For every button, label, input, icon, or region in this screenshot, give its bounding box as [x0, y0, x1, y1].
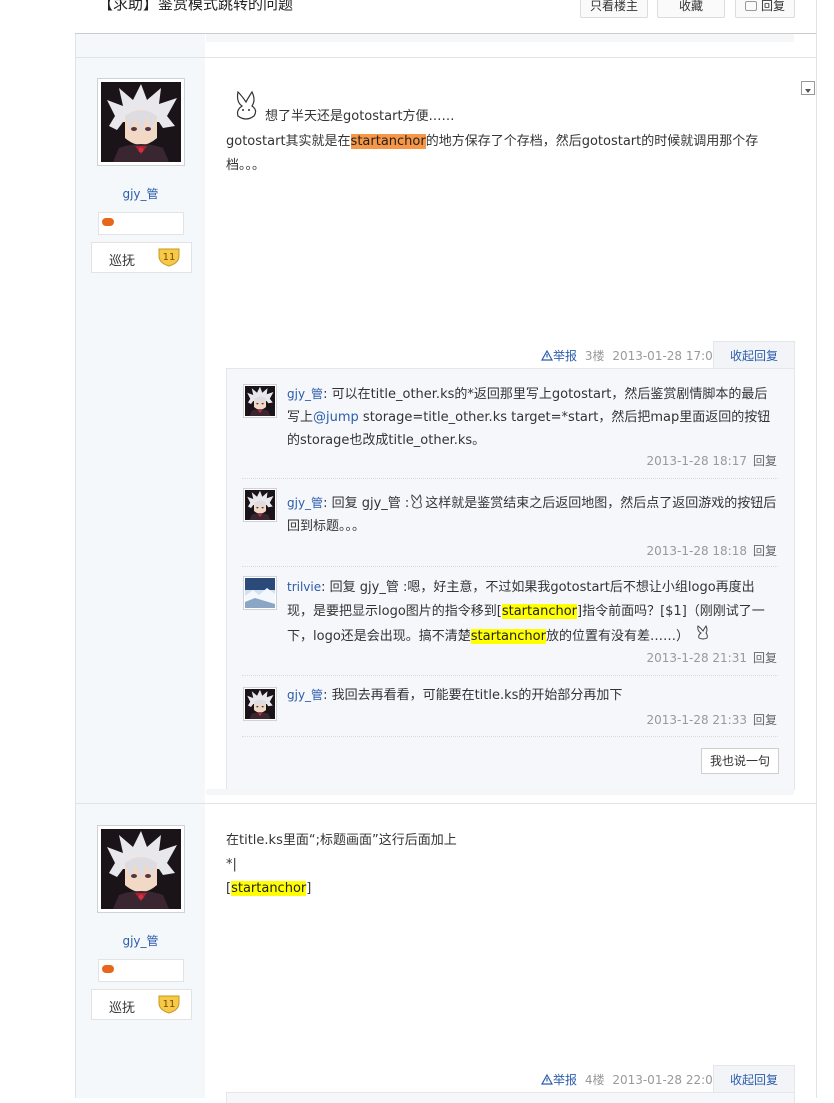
floor3-username[interactable]: gjy_管 — [76, 185, 205, 202]
reply-time: 2013-1-28 18:17 回复 — [646, 454, 777, 468]
thread-header: 【求助】鉴赏模式跳转的问题 只看楼主 收藏 回复 — [75, 0, 816, 34]
reply-body: trilvie: 回复 gjy_管 :嗯，好主意，不过如果我gotostart后… — [287, 580, 765, 644]
collapse-replies-tab[interactable]: 收起回复 — [713, 341, 795, 369]
highlight-keyword: startanchor — [350, 134, 426, 149]
reply-username[interactable]: trilvie — [287, 580, 321, 594]
rabbit-emoticon-icon — [697, 625, 708, 640]
post-menu-dropdown-icon[interactable] — [801, 81, 815, 95]
floor3-rank-badge: 巡抚 11 — [91, 242, 192, 273]
content-line-3: 档。。。 — [226, 158, 266, 173]
floor4-meta: 举报 4楼 2013-01-28 22:06 — [540, 1071, 721, 1088]
rabbit-emoticon-icon — [236, 90, 257, 120]
add-comment-button[interactable]: 我也说一句 — [701, 748, 779, 774]
reply-link[interactable]: 回复 — [753, 651, 777, 665]
floor3-content: 想了半天还是gotostart方便…… gotostart其实就是在starta… — [226, 88, 786, 178]
content-line-3: [startanchor] — [226, 881, 312, 896]
reply-avatar[interactable] — [243, 576, 277, 610]
reply-body: gjy_管: 我回去再看看，可能要在title.ks的开始部分再加下 — [287, 688, 623, 703]
prev-floor-sidebar — [76, 34, 205, 57]
floor-number: 3楼 — [584, 349, 605, 363]
reply-username[interactable]: gjy_管 — [287, 387, 323, 401]
report-link[interactable]: 举报 — [540, 1073, 577, 1087]
only-op-button[interactable]: 只看楼主 — [580, 0, 648, 18]
favorite-button[interactable]: 收藏 — [657, 0, 725, 18]
content-line-2: gotostart其实就是在startanchor的地方保存了个存档，然后got… — [226, 134, 759, 149]
reply-body: gjy_管: 可以在title_other.ks的*返回那里写上gotostar… — [287, 387, 771, 448]
floor4-avatar[interactable] — [97, 825, 185, 913]
user-avatar-image — [245, 578, 275, 608]
comment-icon — [744, 1, 757, 11]
user-avatar-image — [245, 490, 275, 520]
post-time: 2013-01-28 17:00 — [612, 349, 721, 363]
highlight-keyword: startanchor — [470, 629, 546, 644]
chevron-down-icon — [805, 89, 811, 93]
floor-number: 4楼 — [584, 1073, 605, 1087]
floor3-lzl-bottom — [206, 789, 794, 795]
thread-title: 【求助】鉴赏模式跳转的问题 — [98, 0, 294, 13]
content-line-2: *| — [226, 857, 237, 872]
reply-item: gjy_管: 回复 gjy_管 : 这样就是鉴赏结束之后返回地图，然后点了返回游戏… — [242, 480, 778, 567]
post-time: 2013-01-28 22:06 — [612, 1073, 721, 1087]
reply-item: trilvie: 回复 gjy_管 :嗯，好主意，不过如果我gotostart后… — [242, 568, 778, 676]
reply-item: gjy_管: 我回去再看看，可能要在title.ks的开始部分再加下 2013-… — [242, 677, 778, 737]
warning-icon — [540, 349, 554, 361]
rabbit-emoticon-icon — [411, 494, 423, 509]
reply-link[interactable]: 回复 — [753, 713, 777, 727]
prev-floor-lzl-bottom — [206, 34, 794, 42]
floor3-sidebar — [76, 58, 205, 803]
level-shield-icon: 11 — [158, 995, 180, 1014]
highlight-keyword: startanchor — [501, 604, 578, 619]
floor3-replies-panel: gjy_管: 可以在title_other.ks的*返回那里写上gotostar… — [226, 368, 795, 790]
reply-avatar[interactable] — [243, 687, 277, 721]
reply-username[interactable]: gjy_管 — [287, 496, 323, 510]
user-avatar-image — [101, 829, 181, 909]
reply-time: 2013-1-28 18:18 回复 — [646, 544, 777, 558]
reply-link[interactable]: 回复 — [753, 544, 777, 558]
content-line-1: 想了半天还是gotostart方便…… — [226, 88, 786, 130]
user-avatar-image — [245, 689, 275, 719]
level-shield-icon: 11 — [158, 248, 180, 267]
reply-username[interactable]: gjy_管 — [287, 688, 323, 702]
game-controller-icon — [102, 965, 114, 973]
svg-text:11: 11 — [163, 999, 176, 1010]
user-avatar-image — [245, 386, 275, 416]
reply-item: gjy_管: 可以在title_other.ks的*返回那里写上gotostar… — [242, 379, 778, 479]
collapse-replies-tab[interactable]: 收起回复 — [713, 1065, 795, 1093]
floor4-medal — [98, 959, 184, 982]
floor4-rank-badge: 巡抚 11 — [91, 989, 192, 1020]
content-line-1: 在title.ks里面“;标题画面”这行后面加上 — [226, 833, 457, 848]
floor3-avatar[interactable] — [97, 78, 185, 166]
reply-avatar[interactable] — [243, 384, 277, 418]
user-avatar-image — [101, 82, 181, 162]
reply-avatar[interactable] — [243, 488, 277, 522]
floor3-medal — [98, 212, 184, 235]
reply-body: gjy_管: 回复 gjy_管 : 这样就是鉴赏结束之后返回地图，然后点了返回游戏… — [287, 492, 777, 538]
rank-title: 巡抚 — [109, 254, 136, 269]
svg-text:11: 11 — [163, 252, 176, 263]
floor4-content: 在title.ks里面“;标题画面”这行后面加上 *| [startanchor… — [226, 829, 786, 901]
reply-button[interactable]: 回复 — [735, 0, 795, 18]
reply-time: 2013-1-28 21:31 回复 — [646, 651, 777, 665]
mention-link[interactable]: @jump — [313, 410, 359, 425]
floor3-meta: 举报 3楼 2013-01-28 17:00 — [540, 347, 721, 364]
reply-time: 2013-1-28 21:33 回复 — [646, 713, 777, 727]
floor4-username[interactable]: gjy_管 — [76, 932, 205, 949]
report-link[interactable]: 举报 — [540, 349, 577, 363]
game-controller-icon — [102, 218, 114, 226]
reply-link[interactable]: 回复 — [753, 454, 777, 468]
warning-icon — [540, 1073, 554, 1085]
rank-title: 巡抚 — [109, 1001, 136, 1016]
highlight-keyword: startanchor — [231, 881, 307, 896]
